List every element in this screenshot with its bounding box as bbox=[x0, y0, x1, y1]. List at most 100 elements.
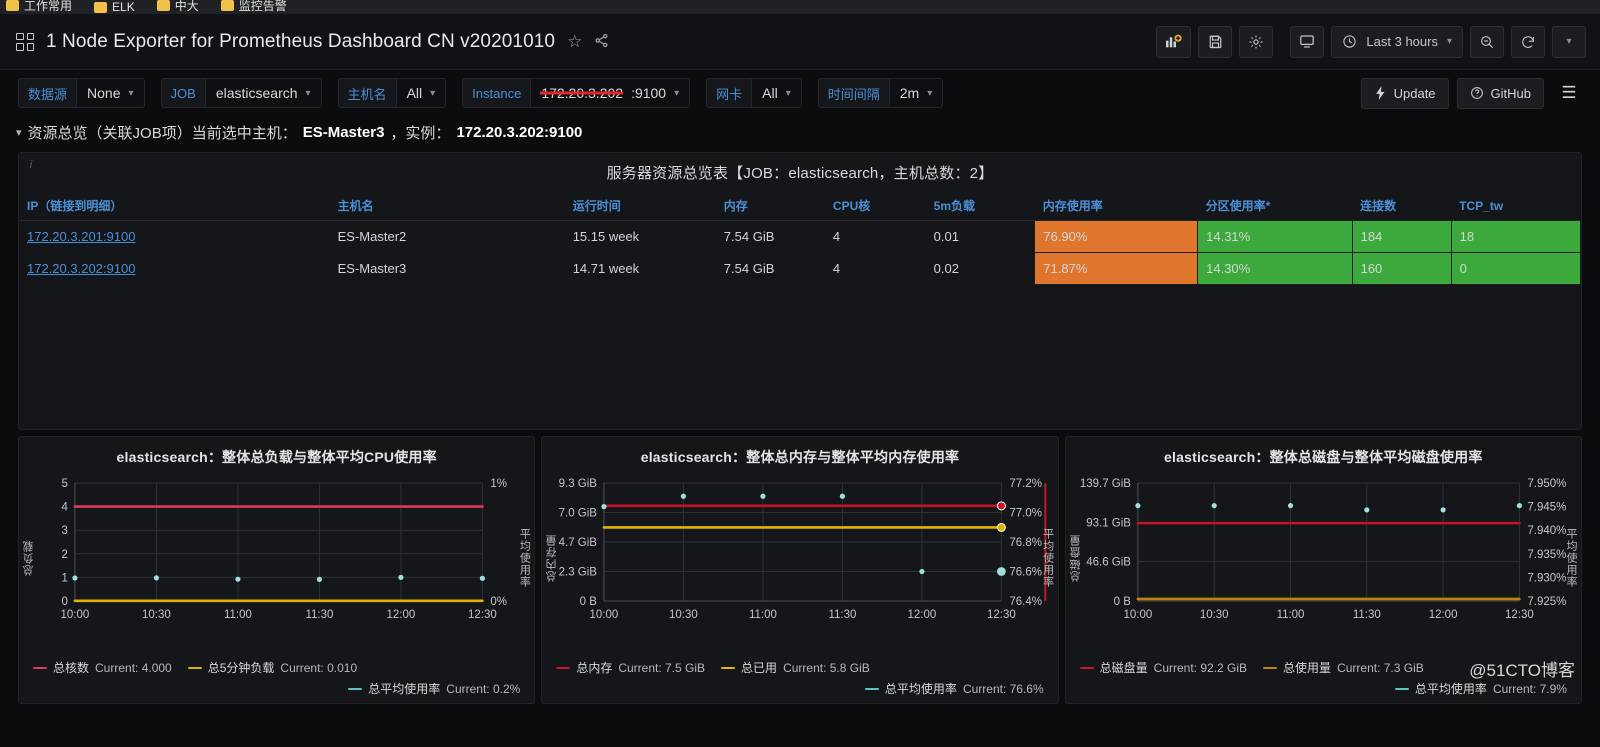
variable-label: JOB bbox=[160, 78, 205, 108]
column-header-part-usage[interactable]: 分区使用率* bbox=[1197, 193, 1353, 221]
bookmark-item[interactable]: ELK bbox=[94, 0, 135, 14]
hamburger-icon[interactable]: ☰ bbox=[1552, 78, 1586, 109]
add-panel-icon[interactable] bbox=[1156, 25, 1192, 58]
variable-label: 数据源 bbox=[18, 78, 77, 108]
svg-text:76.8%: 76.8% bbox=[1010, 537, 1043, 549]
column-header-cpu[interactable]: CPU核 bbox=[824, 193, 926, 221]
legend-series-name: 总平均使用率 bbox=[1414, 682, 1487, 696]
ip-link[interactable]: 172.20.3.202:9100 bbox=[27, 261, 135, 276]
svg-text:4: 4 bbox=[62, 502, 69, 514]
info-icon[interactable]: i bbox=[24, 157, 38, 173]
folder-icon bbox=[94, 1, 108, 13]
legend-series-value: Current: 7.3 GiB bbox=[1337, 660, 1424, 675]
variable-value-dropdown[interactable]: 2m ▾ bbox=[888, 78, 944, 108]
legend-item[interactable]: 总内存 Current: 7.5 GiB bbox=[556, 659, 705, 676]
svg-text:76.4%: 76.4% bbox=[1010, 596, 1043, 608]
chart-svg: 0 1 2 3 4 5 0% 1% 10:00 10:30 11:00 11:30 12:00 12:30 bbox=[61, 478, 507, 621]
ip-link[interactable]: 172.20.3.201:9100 bbox=[27, 229, 135, 244]
svg-text:11:00: 11:00 bbox=[749, 609, 777, 621]
svg-text:11:00: 11:00 bbox=[1276, 609, 1304, 621]
variable-label: 时间间隔 bbox=[817, 78, 889, 108]
cell-mem-usage: 71.87% bbox=[1034, 252, 1199, 285]
refresh-interval-dropdown[interactable]: ▾ bbox=[1552, 25, 1586, 58]
legend-series-name: 总已用 bbox=[741, 661, 778, 675]
legend-item[interactable]: 总核数 Current: 4.000 bbox=[33, 659, 172, 676]
variable-nic: 网卡 All ▾ bbox=[706, 78, 802, 108]
bookmark-item[interactable]: 工作常用 bbox=[6, 0, 72, 14]
legend: 总核数 Current: 4.000 总5分钟负载 Current: 0.010… bbox=[19, 657, 534, 699]
column-header-mem-usage[interactable]: 内存使用率 bbox=[1034, 193, 1198, 221]
variable-label: Instance bbox=[462, 78, 531, 108]
cell-ip[interactable]: 172.20.3.202:9100 bbox=[19, 253, 330, 285]
legend-series-value: Current: 0.2% bbox=[446, 681, 521, 696]
bookmark-item[interactable]: 监控告警 bbox=[220, 0, 287, 14]
bookmark-item[interactable]: 中大 bbox=[156, 0, 199, 14]
github-button[interactable]: GitHub bbox=[1456, 77, 1544, 109]
server-overview-table: IP（链接到明细） 主机名 运行时间 内存 CPU核 5m负载 内存使用率 分区… bbox=[19, 193, 1582, 285]
row-header-resource-overview[interactable]: ▾ 资源总览（关联JOB项）当前选中主机： ES-Master3 ，实例： 17… bbox=[0, 116, 1600, 148]
zoom-out-icon[interactable] bbox=[1470, 25, 1504, 58]
legend-item[interactable]: 总平均使用率 Current: 7.9% bbox=[1394, 680, 1567, 697]
variable-label: 网卡 bbox=[706, 78, 752, 108]
legend: 总内存 Current: 7.5 GiB 总已用 Current: 5.8 Gi… bbox=[542, 657, 1057, 699]
time-range-picker[interactable]: Last 3 hours ▾ bbox=[1331, 25, 1463, 58]
panel-title: elasticsearch：整体总内存与整体平均内存使用率 bbox=[640, 449, 960, 465]
legend-series-name: 总平均使用率 bbox=[884, 682, 957, 696]
legend-series-name: 总内存 bbox=[576, 661, 613, 675]
share-icon[interactable] bbox=[594, 33, 609, 51]
legend-item[interactable]: 总平均使用率 Current: 0.2% bbox=[348, 680, 520, 697]
gear-icon[interactable] bbox=[1239, 25, 1274, 58]
column-header-memory[interactable]: 内存 bbox=[715, 193, 825, 221]
variable-value-dropdown[interactable]: elasticsearch ▾ bbox=[204, 78, 322, 108]
cell-memory: 7.54 GiB bbox=[723, 261, 775, 276]
refresh-icon[interactable] bbox=[1511, 25, 1545, 58]
bookmark-label: 中大 bbox=[174, 0, 199, 13]
svg-text:93.1 GiB: 93.1 GiB bbox=[1086, 517, 1131, 529]
row-selected-host: ES-Master3 bbox=[302, 123, 385, 141]
chevron-down-icon: ▾ bbox=[305, 87, 311, 99]
column-header-conns[interactable]: 连接数 bbox=[1352, 193, 1452, 221]
variable-value-dropdown[interactable]: 172.20.3.202:9100 ▾ bbox=[530, 78, 691, 108]
variable-interval: 时间间隔 2m ▾ bbox=[817, 78, 944, 108]
variable-instance: Instance 172.20.3.202:9100 ▾ bbox=[462, 78, 691, 108]
variable-value-dropdown[interactable]: None ▾ bbox=[76, 78, 145, 108]
chevron-down-icon: ▾ bbox=[1566, 36, 1572, 47]
save-icon[interactable] bbox=[1198, 25, 1233, 58]
variable-value-suffix: :9100 bbox=[631, 85, 667, 101]
legend-item[interactable]: 总使用量 Current: 7.3 GiB bbox=[1263, 659, 1424, 676]
column-header-tcptw[interactable]: TCP_tw bbox=[1451, 193, 1581, 221]
legend-series-name: 总平均使用率 bbox=[368, 682, 441, 696]
column-header-ip[interactable]: IP（链接到明细） bbox=[19, 193, 330, 221]
star-icon[interactable]: ☆ bbox=[567, 33, 582, 50]
chart-svg: 0 B 2.3 GiB 4.7 GiB 7.0 GiB 9.3 GiB 76.4% 76.6… bbox=[559, 478, 1047, 621]
cell-uptime: 15.15 week bbox=[572, 229, 640, 245]
variable-value-dropdown[interactable]: All ▾ bbox=[751, 78, 802, 108]
legend: 总磁盘量 Current: 92.2 GiB 总使用量 Current: 7.3… bbox=[1066, 657, 1581, 699]
plot-area: 总负载 平均使用率 0 1 2 3 4 5 0% 1% 10:00 10:30 11:00 11:30… bbox=[19, 473, 534, 643]
column-header-uptime[interactable]: 运行时间 bbox=[564, 193, 716, 221]
legend-item[interactable]: 总磁盘量 Current: 92.2 GiB bbox=[1079, 659, 1247, 676]
svg-text:46.6 GiB: 46.6 GiB bbox=[1086, 557, 1131, 569]
svg-text:7.925%: 7.925% bbox=[1527, 596, 1566, 608]
svg-text:7.940%: 7.940% bbox=[1527, 525, 1566, 537]
cell-hostname: ES-Master2 bbox=[337, 229, 407, 245]
chevron-down-icon: ▾ bbox=[674, 87, 680, 99]
cell-mem-usage: 76.90% bbox=[1034, 220, 1199, 253]
chevron-down-icon: ▾ bbox=[785, 87, 791, 99]
column-header-hostname[interactable]: 主机名 bbox=[329, 193, 565, 221]
cell-ip[interactable]: 172.20.3.201:9100 bbox=[19, 221, 330, 253]
variable-value-dropdown[interactable]: All ▾ bbox=[395, 78, 447, 108]
legend-item[interactable]: 总平均使用率 Current: 76.6% bbox=[864, 680, 1044, 697]
legend-series-value: Current: 7.9% bbox=[1492, 681, 1567, 696]
cell-conns: 160 bbox=[1351, 252, 1452, 285]
update-button[interactable]: Update bbox=[1360, 77, 1449, 109]
legend-series-value: Current: 4.000 bbox=[95, 660, 172, 675]
bookmark-label: 监控告警 bbox=[238, 0, 287, 13]
legend-item[interactable]: 总5分钟负载 Current: 0.010 bbox=[187, 659, 357, 676]
legend-item[interactable]: 总已用 Current: 5.8 GiB bbox=[721, 659, 870, 676]
server-overview-table-panel: i 服务器资源总览表【JOB：elasticsearch，主机总数：2】 IP（… bbox=[18, 152, 1582, 430]
dashboard-title-group: 1 Node Exporter for Prometheus Dashboard… bbox=[16, 31, 609, 53]
variable-value: All bbox=[762, 85, 778, 101]
column-header-load5m[interactable]: 5m负载 bbox=[925, 193, 1035, 221]
tv-mode-icon[interactable] bbox=[1290, 25, 1325, 58]
